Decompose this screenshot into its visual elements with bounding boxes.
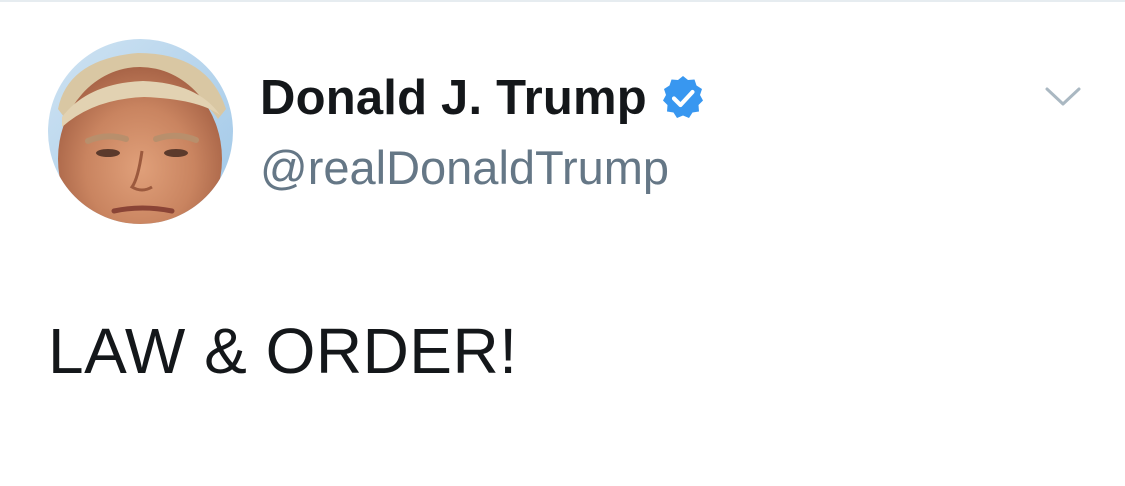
tweet-text: LAW & ORDER!: [48, 315, 518, 387]
author-block: Donald J. Trump @realDonaldTrump: [260, 68, 707, 195]
avatar[interactable]: [48, 39, 233, 224]
display-name[interactable]: Donald J. Trump: [260, 70, 647, 126]
display-name-row: Donald J. Trump: [260, 68, 707, 128]
verified-badge-icon: [659, 74, 707, 122]
tweet-card: Donald J. Trump @realDonaldTrump LAW & O…: [0, 0, 1125, 486]
handle[interactable]: @realDonaldTrump: [260, 140, 707, 195]
chevron-down-icon[interactable]: [1044, 84, 1082, 110]
avatar-image: [48, 39, 233, 224]
